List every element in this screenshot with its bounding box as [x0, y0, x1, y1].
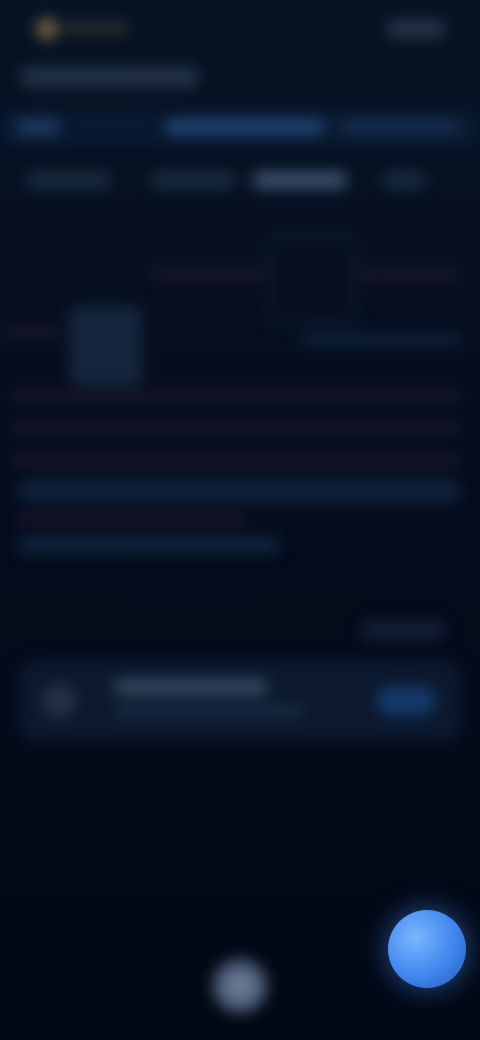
- app-screen: [0, 0, 480, 1040]
- content-line-9: [18, 536, 280, 554]
- card-avatar-icon: [42, 684, 76, 718]
- toolbar-item-3[interactable]: [340, 119, 460, 135]
- home-indicator-icon[interactable]: [212, 958, 268, 1014]
- content-area: [0, 210, 480, 590]
- card-title-placeholder: [114, 678, 268, 696]
- toolbar-item-1[interactable]: [16, 119, 60, 135]
- title-placeholder: [20, 66, 200, 88]
- outlined-element: [268, 236, 356, 324]
- status-indicator-icon: [36, 18, 58, 40]
- status-right-placeholder: [386, 20, 446, 38]
- status-bar: [0, 0, 480, 60]
- toolbar-item-2[interactable]: [165, 119, 325, 135]
- status-label-placeholder: [62, 23, 128, 33]
- list-card[interactable]: [18, 660, 462, 742]
- content-line-1: [150, 268, 270, 278]
- content-line-3: [300, 334, 462, 344]
- title-bar: [0, 58, 480, 98]
- card-action-button[interactable]: [376, 686, 436, 716]
- filled-element: [70, 306, 142, 386]
- content-line-4: [0, 328, 64, 338]
- content-line-8: [18, 514, 246, 524]
- toolbar: [0, 110, 480, 146]
- blurred-ui: [0, 0, 480, 1040]
- section-label-placeholder: [360, 620, 446, 640]
- highlight-bar: [18, 480, 460, 502]
- content-line-2: [356, 268, 462, 278]
- content-line-5: [12, 392, 460, 402]
- tab-2[interactable]: [150, 171, 236, 189]
- primary-action-button[interactable]: [388, 910, 466, 988]
- tab-1[interactable]: [26, 171, 112, 189]
- content-line-6: [12, 424, 460, 434]
- content-line-7: [12, 456, 460, 466]
- card-subtitle-placeholder: [114, 705, 304, 717]
- tab-3[interactable]: [252, 171, 348, 189]
- tab-row: [0, 158, 480, 202]
- tab-4[interactable]: [382, 171, 426, 189]
